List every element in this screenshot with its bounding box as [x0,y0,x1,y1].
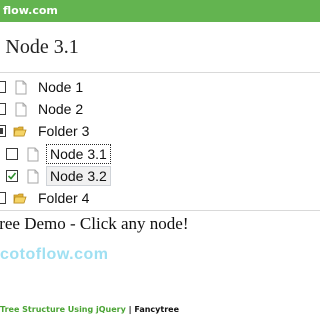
footer-fancytree[interactable]: Fancytree [134,305,179,314]
node-1-checkbox[interactable] [0,81,6,93]
node-2-label[interactable]: Node 2 [34,99,87,119]
document-icon [14,102,28,117]
node-1-label[interactable]: Node 1 [34,77,87,97]
folder-3-checkbox[interactable] [0,125,6,137]
site-header-bar: flow.com [0,0,320,22]
folder-icon [12,191,28,205]
folder-4-checkbox[interactable] [0,192,6,204]
document-icon [26,169,40,184]
divider [0,72,320,73]
page-title: le Node 3.1 [0,36,79,58]
tree-node-node-3-2[interactable]: Node 3.2 [6,165,111,187]
footer-title[interactable]: Tree Structure Using jQuery [0,305,126,314]
divider [0,210,320,211]
node-2-checkbox[interactable] [0,103,6,115]
demo-caption: ytree Demo - Click any node! [0,214,189,233]
node-3-1-label[interactable]: Node 3.1 [46,144,111,164]
document-icon [14,80,28,95]
tree-node-node-1[interactable]: Node 1 [0,76,87,98]
folder-open-icon [12,124,28,138]
folder-4-label[interactable]: Folder 4 [34,188,93,208]
footer: Tree Structure Using jQuery | Fancytree [0,305,320,314]
node-3-2-checkbox[interactable] [6,170,18,182]
tree-node-node-3-1[interactable]: Node 3.1 [6,143,111,165]
node-3-1-checkbox[interactable] [6,148,18,160]
tree-node-folder-3[interactable]: Folder 3 [0,120,93,142]
tree-node-node-2[interactable]: Node 2 [0,98,87,120]
watermark: cotoflow.com [0,246,109,263]
node-3-2-label[interactable]: Node 3.2 [46,166,111,186]
folder-3-label[interactable]: Folder 3 [34,121,93,141]
site-name[interactable]: flow.com [3,4,58,17]
document-icon [26,147,40,162]
tree-node-folder-4[interactable]: Folder 4 [0,187,93,209]
